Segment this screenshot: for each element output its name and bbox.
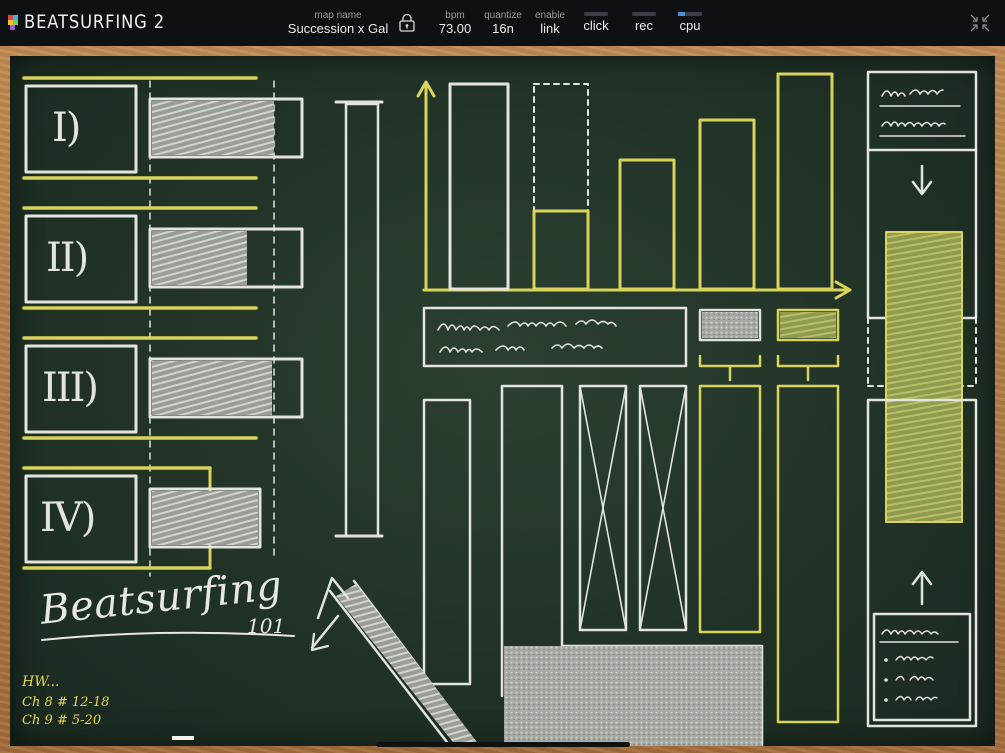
home-indicator[interactable] — [376, 742, 630, 747]
cpu-meter: cpu — [670, 10, 710, 34]
map-name-caption: map name — [314, 10, 362, 21]
click-toggle[interactable]: click — [576, 10, 616, 34]
row-3-label: III) — [42, 365, 99, 411]
bracket-2 — [776, 354, 840, 382]
chalkboard: I) II) III) IV) Beatsurfing 101 HW... Ch… — [10, 56, 995, 746]
bpm-control[interactable]: bpm 73.00 — [432, 10, 478, 37]
app-title: BEATSURFING 2 — [24, 11, 165, 33]
quantize-control[interactable]: quantize 16n — [480, 10, 526, 37]
map-name-selector[interactable]: map name Succession x Gal — [286, 10, 390, 37]
diagonal-strip — [310, 576, 480, 746]
right-panel — [866, 70, 978, 728]
column-5 — [698, 384, 762, 634]
rec-level-bar — [632, 12, 656, 16]
collapse-arrows-icon[interactable] — [969, 12, 991, 34]
click-label: click — [583, 18, 609, 33]
quantize-value: 16n — [492, 21, 514, 36]
bar-chart-axes — [416, 80, 852, 300]
homework-heading: HW... — [22, 674, 60, 690]
row-2-label: II) — [46, 235, 89, 281]
click-level-bar — [584, 12, 608, 16]
column-6 — [776, 384, 840, 724]
lock-icon[interactable] — [399, 14, 415, 32]
bar-4 — [698, 118, 756, 291]
bar-2 — [532, 209, 590, 291]
bar-5 — [776, 72, 834, 291]
bar-2-ghost — [533, 83, 589, 290]
homework-line-1: Ch 8 # 12-18 — [22, 695, 110, 710]
brand: BEATSURFING 2 — [8, 11, 188, 33]
map-name-value: Succession x Gal — [287, 21, 389, 36]
bottom-stipple-pad — [504, 646, 762, 746]
bracket-1 — [698, 354, 762, 382]
homework-line-2: Ch 9 # 5-20 — [22, 713, 102, 728]
row-1-label: I) — [52, 105, 81, 151]
vertical-fader — [334, 100, 384, 538]
cpu-label: cpu — [679, 18, 701, 33]
bpm-value: 73.00 — [438, 21, 472, 36]
quantize-caption: quantize — [484, 10, 522, 21]
bpm-caption: bpm — [445, 10, 465, 21]
scribble-label-box — [422, 306, 688, 368]
cpu-level-bar — [678, 12, 702, 16]
chalk-drawing — [22, 70, 978, 746]
column-1 — [422, 398, 472, 686]
wood-frame: I) II) III) IV) Beatsurfing 101 HW... Ch… — [0, 46, 1005, 753]
rec-toggle[interactable]: rec — [624, 10, 664, 34]
link-caption: enable — [534, 10, 566, 21]
bar-3 — [618, 158, 676, 291]
bar-1 — [448, 82, 510, 291]
link-toggle[interactable]: enable link — [527, 10, 573, 37]
chalk-mark — [172, 736, 194, 740]
rec-label: rec — [634, 18, 654, 33]
board-title-number: 101 — [247, 614, 286, 638]
link-value: link — [540, 21, 560, 36]
row-4-label: IV) — [40, 495, 96, 541]
top-bar: BEATSURFING 2 map name Succession x Gal … — [0, 0, 1005, 46]
beatsurfing-logo-icon — [8, 15, 18, 30]
